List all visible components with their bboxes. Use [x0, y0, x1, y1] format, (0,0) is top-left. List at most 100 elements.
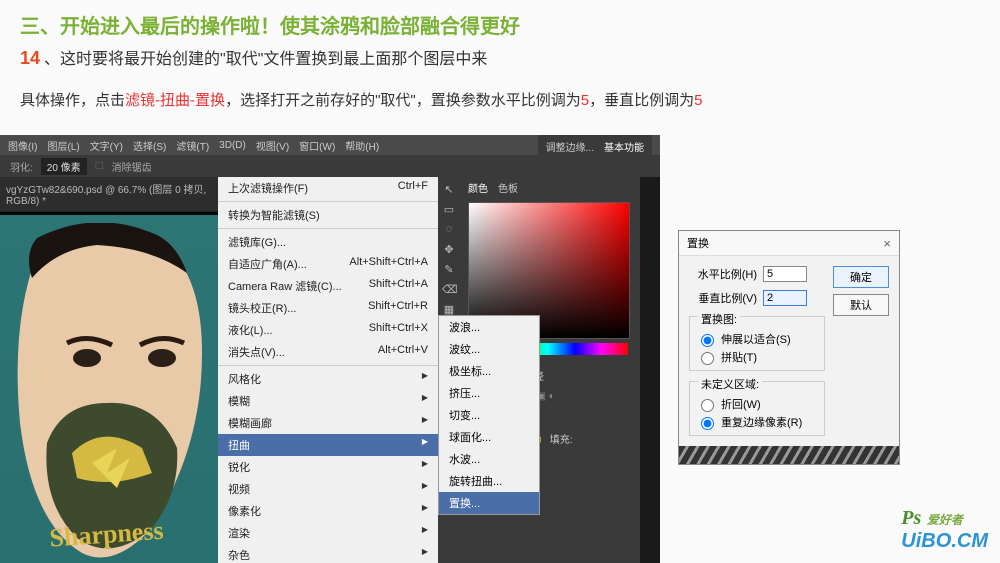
color-panel-tabs: 颜色 色板: [460, 177, 640, 198]
marquee-tool-icon[interactable]: ▭: [442, 203, 456, 217]
map-group-title: 置换图:: [698, 311, 740, 327]
wrap-label: 折回(W): [721, 396, 761, 412]
step-sep: 、: [44, 51, 60, 68]
step-line: 14、这时要将最开始创建的"取代"文件置换到最上面那个图层中来: [0, 39, 1000, 69]
swatches-tab[interactable]: 色板: [498, 180, 518, 195]
canvas-image: Sharpness: [0, 215, 218, 563]
submenu-twirl[interactable]: 旋转扭曲...: [439, 470, 539, 492]
instruction-line: 具体操作，点击滤镜-扭曲-置换，选择打开之前存好的"取代"，置换参数水平比例调为…: [0, 69, 1000, 120]
menu-video[interactable]: 视频: [218, 478, 438, 500]
ps-canvas-area: vgYzGTw82&690.psd @ 66.7% (图层 0 拷贝, RGB/…: [0, 177, 218, 563]
dialog-title-text: 置换: [687, 235, 709, 251]
menu-noise[interactable]: 杂色: [218, 544, 438, 563]
brush-tool-icon[interactable]: ✎: [442, 263, 456, 277]
move-tool-icon[interactable]: ↖: [442, 183, 456, 197]
menu-liquify[interactable]: 液化(L)...Shift+Ctrl+X: [218, 319, 438, 341]
face-graphic: Sharpness: [2, 223, 212, 563]
menu-blur[interactable]: 模糊: [218, 390, 438, 412]
crop-tool-icon[interactable]: ✥: [442, 243, 456, 257]
wm-o: O: [936, 530, 952, 552]
wm-u: U: [901, 530, 915, 552]
feather-input[interactable]: 20 像素: [41, 158, 87, 175]
instr-middle: ，选择打开之前存好的"取代"，置换参数水平比例调为: [225, 92, 581, 109]
menu-pixelate[interactable]: 像素化: [218, 500, 438, 522]
tile-radio[interactable]: [701, 352, 714, 365]
v-scale-input[interactable]: [763, 290, 807, 306]
color-tab-active[interactable]: 颜色: [468, 180, 488, 195]
close-icon[interactable]: ×: [883, 236, 891, 251]
repeat-edge-radio[interactable]: [701, 417, 714, 430]
submenu-polar[interactable]: 极坐标...: [439, 360, 539, 382]
stretch-radio[interactable]: [701, 334, 714, 347]
submenu-zigzag[interactable]: 水波...: [439, 448, 539, 470]
instr-val-v: 5: [694, 92, 702, 109]
menu-image[interactable]: 图像(I): [8, 138, 37, 153]
submenu-displace[interactable]: 置换...: [439, 492, 539, 514]
h-scale-input[interactable]: [763, 266, 807, 282]
submenu-wave[interactable]: 波浪...: [439, 316, 539, 338]
eraser-tool-icon[interactable]: ⌫: [442, 283, 456, 297]
menu-stylize[interactable]: 风格化: [218, 368, 438, 390]
submenu-pinch[interactable]: 挤压...: [439, 382, 539, 404]
menu-help[interactable]: 帮助(H): [345, 138, 379, 153]
ps-options-bar: 羽化: 20 像素 ☐ 消除锯齿: [0, 155, 660, 177]
menu-layer[interactable]: 图层(L): [47, 138, 79, 153]
wrap-radio[interactable]: [701, 399, 714, 412]
step-number: 14: [20, 48, 40, 68]
antialias-label: 消除锯齿: [112, 159, 152, 174]
default-button[interactable]: 默认: [833, 294, 889, 316]
menu-type[interactable]: 文字(Y): [90, 138, 123, 153]
menu-blur-gallery[interactable]: 模糊画廊: [218, 412, 438, 434]
menu-adaptive-wide[interactable]: 自适应广角(A)...Alt+Shift+Ctrl+A: [218, 253, 438, 275]
adjust-edge-button[interactable]: 调整边缘...: [546, 139, 594, 154]
watermark: Ps 爱好者 UiBO.CM: [901, 507, 988, 553]
menu-select[interactable]: 选择(S): [133, 138, 166, 153]
wm-ps-icon: Ps: [901, 507, 921, 529]
submenu-ripple[interactable]: 波纹...: [439, 338, 539, 360]
ps-workspace-tabs: 调整边缘... 基本功能: [538, 135, 652, 158]
stretch-label: 伸展以适合(S): [721, 331, 791, 347]
instr-path-distort: 扭曲: [160, 92, 190, 109]
displacement-map-group: 置换图: 伸展以适合(S) 拼贴(T): [689, 316, 825, 371]
menu-convert-smart[interactable]: 转换为智能滤镜(S): [218, 204, 438, 226]
step-text: 这时要将最开始创建的"取代"文件置换到最上面那个图层中来: [60, 51, 487, 68]
wm-care-text: 爱好者: [927, 513, 963, 527]
submenu-spherize[interactable]: 球面化...: [439, 426, 539, 448]
menu-camera-raw[interactable]: Camera Raw 滤镜(C)...Shift+Ctrl+A: [218, 275, 438, 297]
feather-label: 羽化:: [10, 159, 33, 174]
document-tab[interactable]: vgYzGTw82&690.psd @ 66.7% (图层 0 拷贝, RGB/…: [0, 177, 218, 212]
photoshop-screenshot: 图像(I) 图层(L) 文字(Y) 选择(S) 滤镜(T) 3D(D) 视图(V…: [0, 135, 660, 563]
fill-label: 填充:: [550, 431, 573, 446]
menu-filter-gallery[interactable]: 滤镜库(G)...: [218, 231, 438, 253]
distort-submenu: 波浪... 波纹... 极坐标... 挤压... 切变... 球面化... 水波…: [438, 315, 540, 515]
filter-menu-dropdown: 上次滤镜操作(F)Ctrl+F 转换为智能滤镜(S) 滤镜库(G)... 自适应…: [218, 177, 438, 563]
menu-distort[interactable]: 扭曲: [218, 434, 438, 456]
wm-m: M: [971, 530, 988, 552]
menu-render[interactable]: 渲染: [218, 522, 438, 544]
tile-label: 拼贴(T): [721, 349, 757, 365]
instr-mid2: ，垂直比例调为: [589, 92, 694, 109]
menu-3d[interactable]: 3D(D): [219, 140, 246, 151]
menu-last-filter[interactable]: 上次滤镜操作(F)Ctrl+F: [218, 177, 438, 199]
displace-dialog: 置换 × 水平比例(H) 垂直比例(V) 置换图: 伸展以适合(S) 拼贴(T)…: [678, 230, 900, 465]
repeat-edge-label: 重复边缘像素(R): [721, 414, 802, 430]
menu-filter[interactable]: 滤镜(T): [176, 138, 209, 153]
instr-path-displace: 置换: [195, 92, 225, 109]
menu-sharpen[interactable]: 锐化: [218, 456, 438, 478]
menu-window[interactable]: 窗口(W): [299, 138, 335, 153]
submenu-shear[interactable]: 切变...: [439, 404, 539, 426]
wm-b: B: [921, 530, 935, 552]
ok-button[interactable]: 确定: [833, 266, 889, 288]
dialog-titlebar: 置换 ×: [679, 231, 899, 256]
section-heading: 三、开始进入最后的操作啦！使其涂鸦和脸部融合得更好: [0, 0, 1000, 39]
menu-lens-correction[interactable]: 镜头校正(R)...Shift+Ctrl+R: [218, 297, 438, 319]
h-scale-label: 水平比例(H): [689, 266, 757, 282]
dialog-strip: [679, 446, 899, 464]
undef-group-title: 未定义区域:: [698, 376, 762, 392]
lasso-tool-icon[interactable]: ◌: [442, 223, 456, 237]
menu-vanishing-point[interactable]: 消失点(V)...Alt+Ctrl+V: [218, 341, 438, 363]
v-scale-label: 垂直比例(V): [689, 290, 757, 306]
workspace-basic[interactable]: 基本功能: [604, 139, 644, 154]
instr-val-h: 5: [581, 92, 589, 109]
menu-view[interactable]: 视图(V): [256, 138, 289, 153]
